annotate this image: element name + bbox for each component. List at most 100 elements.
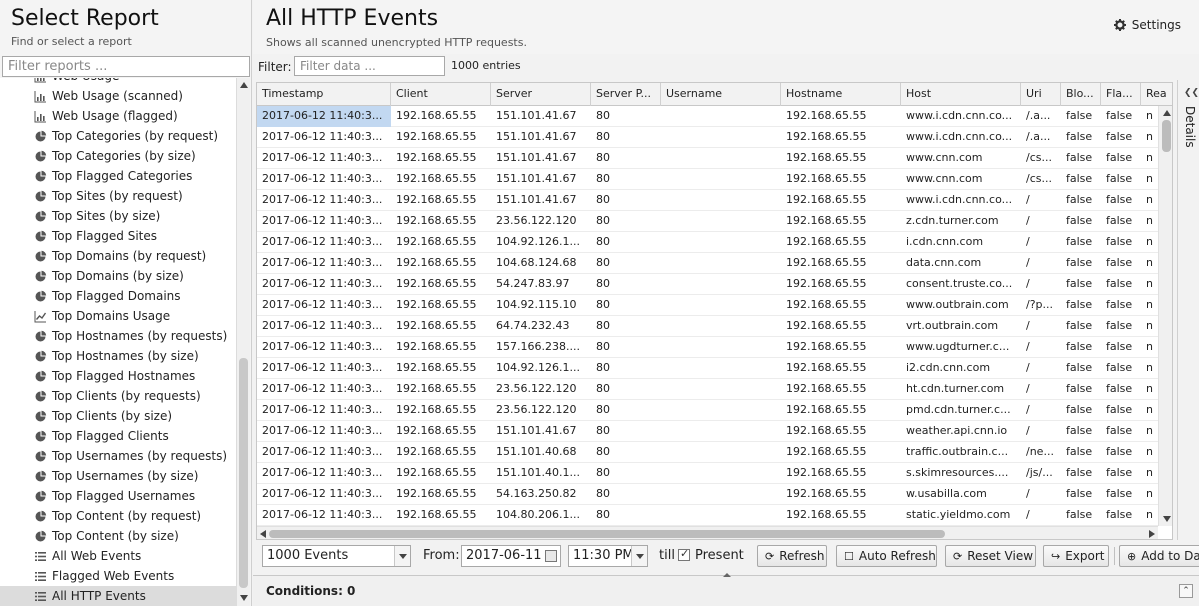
scroll-left-arrow-icon[interactable] (260, 530, 266, 538)
scroll-down-arrow-icon[interactable] (1163, 516, 1171, 522)
sidebar-item[interactable]: Top Categories (by request) (0, 126, 236, 146)
events-count-select[interactable]: 1000 Events (262, 545, 411, 567)
column-header[interactable]: Username (661, 83, 781, 106)
sidebar-item[interactable]: Web Usage (scanned) (0, 86, 236, 106)
column-header[interactable]: Fla... (1101, 83, 1141, 106)
sidebar-item[interactable]: Web Usage (0, 78, 236, 86)
details-label: Details (1183, 106, 1197, 148)
table-cell: false (1106, 235, 1133, 248)
auto-refresh-button[interactable]: ☐ Auto Refresh (836, 545, 937, 567)
sidebar-item[interactable]: Top Hostnames (by requests) (0, 326, 236, 346)
add-to-dashboard-button[interactable]: ⊕ Add to Dashboard (1119, 545, 1199, 567)
sidebar-item[interactable]: Top Usernames (by requests) (0, 446, 236, 466)
column-header[interactable]: Client (391, 83, 491, 106)
table-row[interactable]: 2017-06-12 11:40:3... 192.168.65.55 104.92… (257, 358, 1172, 379)
table-hscroll-thumb[interactable] (269, 530, 945, 538)
table-row[interactable]: 2017-06-12 11:40:3... 192.168.65.55 151.10… (257, 127, 1172, 148)
sidebar-item[interactable]: Top Usernames (by size) (0, 466, 236, 486)
sidebar-item[interactable]: Web Usage (flagged) (0, 106, 236, 126)
sidebar-item[interactable]: Top Domains (by request) (0, 246, 236, 266)
sidebar-scrollbar[interactable] (236, 78, 250, 606)
resize-grip-icon[interactable] (723, 573, 731, 577)
scroll-up-arrow-icon[interactable] (1163, 110, 1171, 116)
column-header[interactable]: Hostname (781, 83, 901, 106)
table-cell: false (1106, 319, 1133, 332)
data-filter-input[interactable] (294, 56, 445, 76)
column-header[interactable]: Host (901, 83, 1021, 106)
sidebar-item[interactable]: Top Content (by size) (0, 526, 236, 546)
table-row[interactable]: 2017-06-12 11:40:3... 192.168.65.55 151.10… (257, 190, 1172, 211)
column-header[interactable]: Uri (1021, 83, 1061, 106)
table-row[interactable]: 2017-06-12 11:40:3... 192.168.65.55 151.10… (257, 442, 1172, 463)
table-row[interactable]: 2017-06-12 11:40:3... 192.168.65.55 23.56.… (257, 211, 1172, 232)
table-row[interactable]: 2017-06-12 11:40:3... 192.168.65.55 104.80… (257, 505, 1172, 526)
table-row[interactable]: 2017-06-12 11:40:3... 192.168.65.55 157.16… (257, 337, 1172, 358)
settings-button[interactable]: Settings (1113, 18, 1181, 32)
calendar-icon[interactable] (545, 550, 557, 562)
sidebar-item[interactable]: Top Flagged Hostnames (0, 366, 236, 386)
scroll-down-arrow-icon[interactable] (240, 595, 248, 601)
table-row[interactable]: 2017-06-12 11:40:3... 192.168.65.55 104.68… (257, 253, 1172, 274)
table-row[interactable]: 2017-06-12 11:40:3... 192.168.65.55 54.247… (257, 274, 1172, 295)
table-row[interactable]: 2017-06-12 11:40:3... 192.168.65.55 23.56.… (257, 400, 1172, 421)
reset-view-button[interactable]: ⟳ Reset View (945, 545, 1036, 567)
details-panel-toggle[interactable]: ❮❮ Details (1177, 80, 1199, 540)
report-filter-input[interactable] (2, 56, 250, 77)
report-tree: Web Usage Web Usage (scanned) Web Usage (f… (0, 78, 236, 606)
sidebar-item[interactable]: Top Flagged Domains (0, 286, 236, 306)
column-header[interactable]: Server (491, 83, 591, 106)
export-button[interactable]: ↪ Export (1043, 545, 1109, 567)
sidebar-item[interactable]: All Web Events (0, 546, 236, 566)
table-row[interactable]: 2017-06-12 11:40:3... 192.168.65.55 151.10… (257, 106, 1172, 127)
present-checkbox[interactable] (678, 547, 690, 561)
table-row[interactable]: 2017-06-12 11:40:3... 192.168.65.55 64.74.… (257, 316, 1172, 337)
table-row[interactable]: 2017-06-12 11:40:3... 192.168.65.55 23.56.… (257, 379, 1172, 400)
scroll-up-arrow-icon[interactable] (240, 82, 248, 88)
sidebar-item[interactable]: Top Content (by request) (0, 506, 236, 526)
checkbox-icon: ☐ (844, 549, 854, 563)
table-row[interactable]: 2017-06-12 11:40:3... 192.168.65.55 151.10… (257, 148, 1172, 169)
table-cell: 104.92.126.1... (496, 235, 580, 248)
column-header[interactable]: Rea (1141, 83, 1172, 106)
sidebar-item[interactable]: Top Clients (by size) (0, 406, 236, 426)
sidebar-item[interactable]: Flagged Web Events (0, 566, 236, 586)
table-cell: /.a... (1026, 130, 1051, 143)
table-cell: false (1066, 277, 1093, 290)
sidebar-item[interactable]: Top Sites (by request) (0, 186, 236, 206)
column-header[interactable]: Server P... (591, 83, 661, 106)
sidebar-scroll-thumb[interactable] (239, 358, 248, 588)
table-cell: 192.168.65.55 (396, 277, 477, 290)
pie-chart-icon (34, 150, 47, 163)
table-header: Timestamp Client Server Server P... Username… (257, 83, 1172, 106)
scroll-right-arrow-icon[interactable] (1149, 530, 1155, 538)
table-vscroll-thumb[interactable] (1162, 120, 1171, 152)
from-date-picker[interactable]: 2017-06-11 (461, 545, 561, 567)
table-row[interactable]: 2017-06-12 11:40:3... 192.168.65.55 151.10… (257, 463, 1172, 484)
page-subtitle: Shows all scanned unencrypted HTTP reque… (266, 36, 527, 49)
table-row[interactable]: 2017-06-12 11:40:3... 192.168.65.55 151.10… (257, 421, 1172, 442)
sidebar-item[interactable]: Top Flagged Categories (0, 166, 236, 186)
sidebar-item[interactable]: Top Flagged Usernames (0, 486, 236, 506)
from-time-select[interactable]: 11:30 PM (568, 545, 648, 567)
sidebar-item[interactable]: Top Domains Usage (0, 306, 236, 326)
sidebar-item[interactable]: All HTTP Events (0, 586, 236, 606)
column-header[interactable]: Timestamp (257, 83, 391, 106)
sidebar-item[interactable]: Top Sites (by size) (0, 206, 236, 226)
sidebar-item[interactable]: Top Flagged Sites (0, 226, 236, 246)
expand-icon[interactable]: ⌃ (1179, 584, 1193, 598)
table-row[interactable]: 2017-06-12 11:40:3... 192.168.65.55 151.10… (257, 169, 1172, 190)
column-header[interactable]: Blo... (1061, 83, 1101, 106)
table-cell: 80 (596, 298, 610, 311)
sidebar-item[interactable]: Top Flagged Clients (0, 426, 236, 446)
table-row[interactable]: 2017-06-12 11:40:3... 192.168.65.55 104.92… (257, 232, 1172, 253)
sidebar-item[interactable]: Top Clients (by requests) (0, 386, 236, 406)
table-row[interactable]: 2017-06-12 11:40:3... 192.168.65.55 104.92… (257, 295, 1172, 316)
sidebar-item[interactable]: Top Domains (by size) (0, 266, 236, 286)
table-horizontal-scrollbar[interactable] (257, 526, 1158, 539)
refresh-button[interactable]: ⟳ Refresh (757, 545, 827, 567)
table-vertical-scrollbar[interactable] (1158, 106, 1172, 526)
sidebar-item[interactable]: Top Categories (by size) (0, 146, 236, 166)
table-row[interactable]: 2017-06-12 11:40:3... 192.168.65.55 54.163… (257, 484, 1172, 505)
sidebar-item[interactable]: Top Hostnames (by size) (0, 346, 236, 366)
table-cell: 2017-06-12 11:40:3... (262, 277, 383, 290)
